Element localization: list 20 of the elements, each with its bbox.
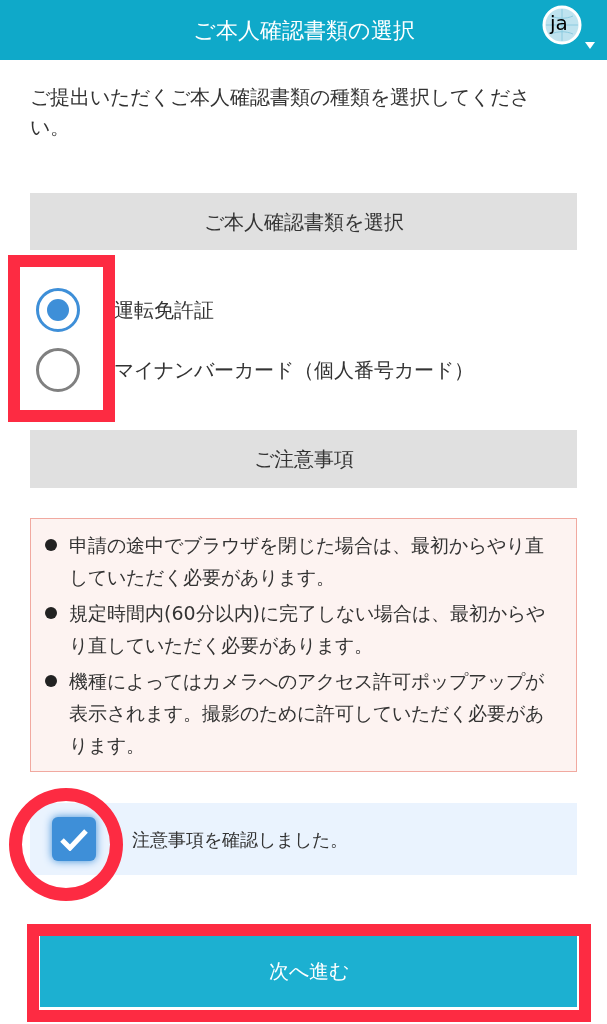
page-title: ご本人確認書類の選択 — [192, 16, 415, 45]
dropdown-caret-icon — [585, 42, 595, 49]
intro-text: ご提出いただくご本人確認書類の種類を選択してください。 — [30, 84, 531, 141]
section-heading: ご本人確認書類を選択 — [30, 193, 577, 250]
note-text: 申請の途中でブラウザを閉じた場合は、最初からやり直していただく必要があります。 — [69, 533, 545, 590]
radio-button[interactable] — [36, 288, 80, 332]
check-icon — [59, 827, 89, 851]
bullet-icon — [45, 539, 57, 551]
checkbox[interactable] — [52, 817, 96, 861]
section-heading: ご注意事項 — [30, 430, 577, 488]
globe-icon — [542, 5, 582, 45]
language-button[interactable]: ja — [540, 3, 596, 53]
bullet-icon — [45, 607, 57, 619]
bullet-icon — [45, 675, 57, 687]
note-text: 規定時間内(60分以内)に完了しない場合は、最初からやり直していただく必要があります。 — [69, 601, 546, 658]
option-label[interactable]: マイナンバーカード（個人番号カード） — [114, 355, 474, 385]
radio-button[interactable] — [36, 348, 80, 392]
note-text: 機種によってはカメラへのアクセス許可ポップアップが表示されます。撮影のために許可していただく必要があります。 — [69, 669, 545, 758]
checkbox-label[interactable]: 注意事項を確認しました。 — [132, 825, 348, 853]
option-label[interactable]: 運転免許証 — [114, 295, 214, 325]
